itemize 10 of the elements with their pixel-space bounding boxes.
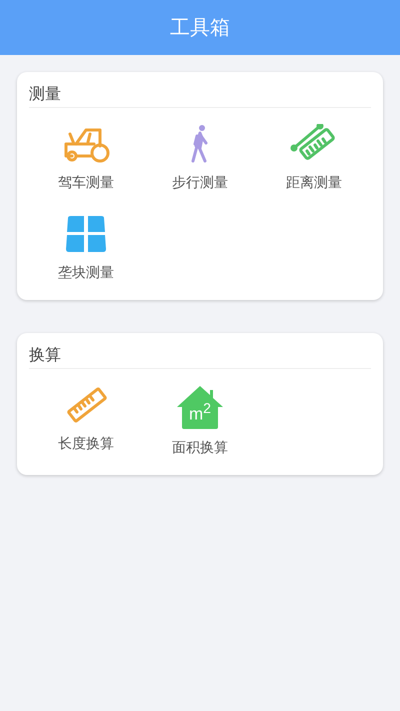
- tool-button[interactable]: m$^{2}$ 面积换算: [143, 385, 257, 457]
- header-title: 工具箱: [170, 14, 230, 41]
- tool-button[interactable]: 驾车测量: [29, 124, 143, 192]
- house-icon: m$^{2}$: [176, 385, 224, 429]
- section-title: 测量: [29, 84, 371, 108]
- tool-button[interactable]: 距离测量: [257, 124, 371, 192]
- section-title: 换算: [29, 345, 371, 369]
- tool-button[interactable]: 垄块测量: [29, 214, 143, 282]
- tool-button[interactable]: 长度换算: [29, 385, 143, 457]
- tool-button[interactable]: 步行测量: [143, 124, 257, 192]
